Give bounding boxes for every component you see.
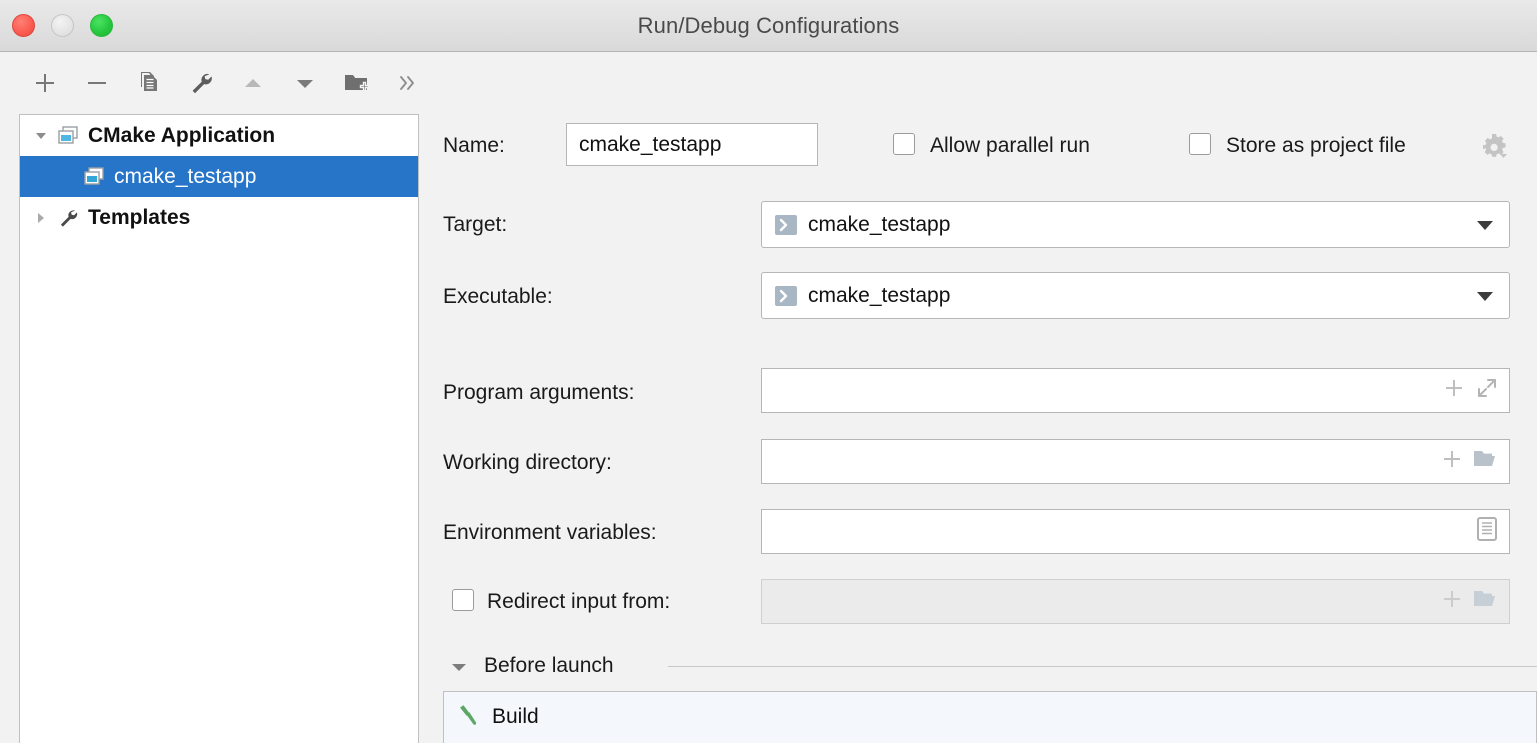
working-directory-input[interactable] (761, 439, 1510, 484)
tree-item-templates[interactable]: Templates (20, 197, 418, 238)
name-input[interactable]: cmake_testapp (566, 123, 818, 166)
program-arguments-label: Program arguments: (443, 379, 634, 407)
tree-indent (28, 156, 80, 197)
move-down-button[interactable] (284, 52, 326, 114)
cmake-app-icon (54, 115, 82, 156)
configurations-tree[interactable]: CMake Application cmake_testapp (19, 114, 419, 743)
chevron-down-icon[interactable] (1475, 289, 1509, 303)
remove-configuration-button[interactable] (76, 52, 118, 114)
folder-icon[interactable] (1473, 588, 1499, 615)
working-directory-actions (1441, 448, 1509, 475)
environment-variables-actions (1475, 516, 1509, 547)
console-target-icon (762, 285, 798, 307)
console-target-icon (762, 214, 798, 236)
executable-dropdown[interactable]: cmake_testapp (761, 272, 1510, 319)
expand-twisty-down-icon[interactable] (28, 115, 54, 156)
chevron-down-icon[interactable] (1475, 218, 1509, 232)
redirect-input-checkbox[interactable] (452, 589, 474, 611)
window-title: Run/Debug Configurations (0, 0, 1537, 51)
new-folder-button[interactable] (336, 52, 378, 114)
configurations-toolbar (0, 52, 430, 114)
arrow-down-icon (292, 70, 318, 96)
store-as-project-file-label: Store as project file (1226, 132, 1406, 160)
working-directory-label: Working directory: (443, 449, 612, 477)
plus-icon (33, 71, 57, 95)
before-launch-separator (668, 666, 1537, 667)
allow-parallel-run-checkbox[interactable] (893, 133, 915, 155)
folder-icon[interactable] (1473, 448, 1499, 475)
before-launch-label: Before launch (484, 653, 614, 679)
tree-item-label: CMake Application (82, 124, 275, 148)
environment-variables-label: Environment variables: (443, 519, 657, 547)
wrench-icon (54, 197, 82, 238)
store-as-project-file-checkbox[interactable] (1189, 133, 1211, 155)
add-configuration-button[interactable] (24, 52, 66, 114)
chevron-double-right-icon (396, 72, 418, 94)
tree-item-label: Templates (82, 206, 190, 230)
executable-value: cmake_testapp (798, 284, 1475, 308)
plus-icon[interactable] (1441, 448, 1463, 475)
plus-icon[interactable] (1441, 588, 1463, 615)
environment-variables-input[interactable] (761, 509, 1510, 554)
cmake-app-icon (80, 156, 108, 197)
before-launch-twisty-icon[interactable] (450, 659, 468, 680)
program-arguments-input[interactable] (761, 368, 1510, 413)
move-up-button[interactable] (232, 52, 274, 114)
minus-icon (85, 71, 109, 95)
target-dropdown[interactable]: cmake_testapp (761, 201, 1510, 248)
name-input-value: cmake_testapp (567, 133, 817, 157)
allow-parallel-run-label: Allow parallel run (930, 132, 1090, 160)
before-launch-task-list[interactable]: Build (443, 691, 1537, 743)
tree-item-cmake-testapp[interactable]: cmake_testapp (20, 156, 418, 197)
hammer-icon (454, 703, 482, 731)
name-label: Name: (443, 132, 505, 160)
target-value: cmake_testapp (798, 213, 1475, 237)
tree-item-label: cmake_testapp (108, 165, 256, 189)
list-browse-icon[interactable] (1475, 516, 1499, 547)
copy-icon (136, 70, 162, 96)
expand-twisty-right-icon[interactable] (28, 197, 54, 238)
redirect-input-label: Redirect input from: (487, 588, 670, 616)
folder-add-icon (343, 70, 371, 96)
arrow-up-icon (240, 70, 266, 96)
redirect-input-actions (1441, 588, 1509, 615)
redirect-input-field[interactable] (761, 579, 1510, 624)
executable-label: Executable: (443, 283, 553, 311)
plus-icon[interactable] (1443, 377, 1465, 404)
expand-icon[interactable] (1475, 376, 1499, 405)
tree-item-cmake-application[interactable]: CMake Application (20, 115, 418, 156)
before-launch-task-build[interactable]: Build (444, 692, 1537, 742)
title-bar: Run/Debug Configurations (0, 0, 1537, 52)
wrench-icon (188, 70, 214, 96)
run-debug-configurations-dialog: Run/Debug Configurations (0, 0, 1537, 743)
program-arguments-actions (1443, 376, 1509, 405)
more-actions-button[interactable] (386, 52, 428, 114)
copy-configuration-button[interactable] (128, 52, 170, 114)
configuration-form: Name: cmake_testapp Allow parallel run S… (430, 52, 1537, 743)
before-launch-task-label: Build (482, 705, 539, 729)
gear-dropdown-icon[interactable] (1480, 132, 1510, 165)
edit-templates-button[interactable] (180, 52, 222, 114)
target-label: Target: (443, 211, 507, 239)
